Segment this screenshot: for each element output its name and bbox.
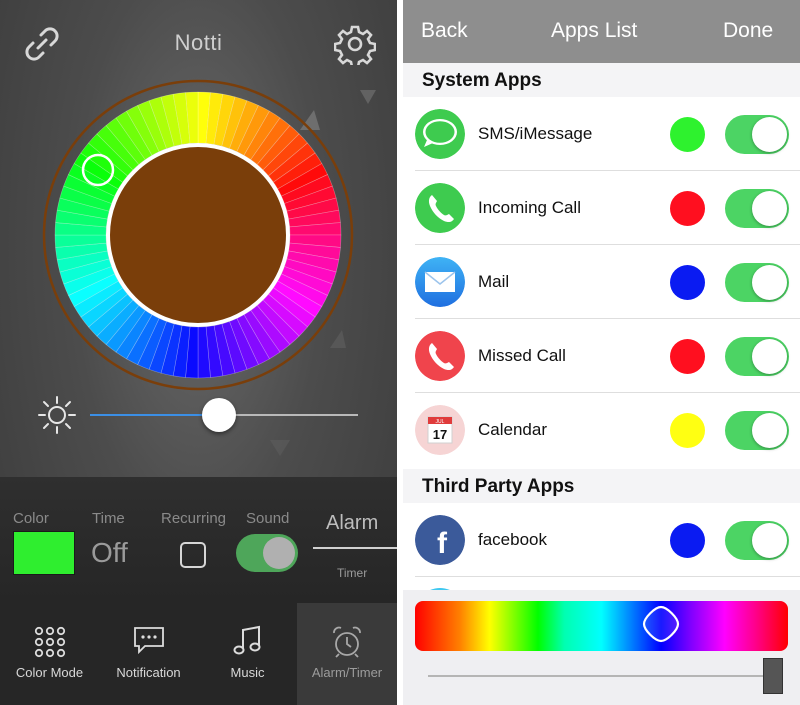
toggle-knob [752, 413, 787, 448]
section-header-third-party-apps: Third Party Apps [403, 469, 800, 503]
tab-label: Color Mode [15, 665, 84, 680]
app-color-dot[interactable] [670, 413, 705, 448]
hue-spectrum-bar[interactable] [415, 601, 788, 651]
app-name: Mail [478, 272, 510, 291]
toggle-knob [752, 191, 787, 226]
brightness-icon [38, 396, 76, 434]
music-note-icon [233, 625, 260, 655]
recurring-label: Recurring [161, 510, 227, 527]
alarm-tab-label[interactable]: Alarm [326, 512, 378, 535]
alarm-tab-underline [313, 547, 397, 549]
message-bubble-icon [415, 109, 465, 159]
tab-music[interactable]: Music [198, 603, 297, 705]
chat-bubble-icon [133, 627, 164, 655]
grid-dots-icon [34, 626, 65, 658]
calendar-month: JUL [436, 419, 445, 425]
background-shard [270, 440, 290, 456]
app-row-missed-call[interactable]: Missed Call [403, 319, 800, 393]
alarm-settings-strip: Color Time Recurring Sound Off Alarm Tim… [0, 477, 397, 603]
color-label: Color [13, 510, 49, 527]
brightness-knob[interactable] [202, 398, 236, 432]
sound-toggle-knob [263, 537, 295, 569]
tab-alarm-timer[interactable]: Alarm/Timer [297, 603, 397, 705]
picker-scroll-track [428, 675, 780, 677]
sound-toggle[interactable] [236, 534, 298, 572]
done-button[interactable]: Done [723, 19, 773, 43]
app-row-mail[interactable]: Mail [403, 245, 800, 319]
app-enable-toggle[interactable] [725, 337, 789, 376]
color-wheel[interactable] [40, 77, 356, 393]
background-shard [360, 90, 376, 104]
app-name: Missed Call [478, 346, 566, 365]
brightness-track [219, 414, 358, 416]
app-enable-toggle[interactable] [725, 189, 789, 228]
recurring-checkbox[interactable] [180, 542, 206, 568]
hue-selector-knob[interactable] [641, 604, 681, 644]
section-header-system-apps: System Apps [403, 63, 800, 97]
color-swatch[interactable] [13, 531, 75, 575]
picker-scroll-thumb[interactable] [762, 658, 783, 694]
tab-label: Music [230, 665, 265, 680]
toggle-knob [752, 339, 787, 374]
bottom-tab-bar: Color Mode Notification Music Alarm/Time… [0, 603, 397, 705]
app-enable-toggle[interactable] [725, 263, 789, 302]
time-value[interactable]: Off [91, 537, 128, 569]
toggle-knob [752, 265, 787, 300]
app-name: Incoming Call [478, 198, 581, 217]
app-name: facebook [478, 530, 547, 549]
nav-title: Apps List [551, 19, 638, 42]
missed-call-icon [415, 331, 465, 381]
notti-main-screen: Notti Color Time Recurring Sound Off Ala… [0, 0, 397, 705]
app-color-dot[interactable] [670, 191, 705, 226]
toggle-knob [752, 523, 787, 558]
facebook-logo-letter: f [437, 527, 448, 560]
brightness-track-filled [90, 414, 219, 416]
envelope-icon [415, 257, 465, 307]
app-row-sms[interactable]: SMS/iMessage [403, 97, 800, 171]
app-row-calendar[interactable]: JUL 17 Calendar [403, 393, 800, 467]
app-name: Calendar [478, 420, 547, 439]
tab-label: Notification [116, 665, 181, 680]
app-enable-toggle[interactable] [725, 115, 789, 154]
top-bar: Notti [0, 0, 397, 86]
back-button[interactable]: Back [421, 19, 468, 43]
row-separator [415, 576, 800, 577]
app-enable-toggle[interactable] [725, 521, 789, 560]
app-color-dot[interactable] [670, 339, 705, 374]
color-picker-panel [403, 590, 800, 705]
calendar-icon: JUL 17 [415, 405, 465, 455]
time-label: Time [92, 510, 125, 527]
app-enable-toggle[interactable] [725, 411, 789, 450]
app-row-facebook[interactable]: f facebook [403, 503, 800, 577]
tab-color-mode[interactable]: Color Mode [0, 603, 99, 705]
tab-label: Alarm/Timer [311, 665, 383, 680]
app-color-dot[interactable] [670, 117, 705, 152]
phone-icon [415, 183, 465, 233]
alarm-clock-icon [333, 626, 361, 658]
app-color-dot[interactable] [670, 523, 705, 558]
toggle-knob [752, 117, 787, 152]
apps-list-screen: Back Apps List Done System Apps SMS/iMes… [403, 0, 800, 705]
facebook-icon: f [415, 515, 465, 565]
app-color-dot[interactable] [670, 265, 705, 300]
tab-notification[interactable]: Notification [99, 603, 198, 705]
app-row-incoming-call[interactable]: Incoming Call [403, 171, 800, 245]
selected-color-disc [106, 143, 290, 327]
timer-tab-label[interactable]: Timer [337, 566, 367, 580]
gear-icon[interactable] [334, 23, 376, 65]
app-name: SMS/iMessage [478, 124, 593, 143]
sound-label: Sound [246, 510, 290, 527]
calendar-day: 17 [433, 427, 447, 442]
brightness-slider[interactable] [90, 398, 358, 432]
navigation-bar: Back Apps List Done [403, 0, 800, 63]
